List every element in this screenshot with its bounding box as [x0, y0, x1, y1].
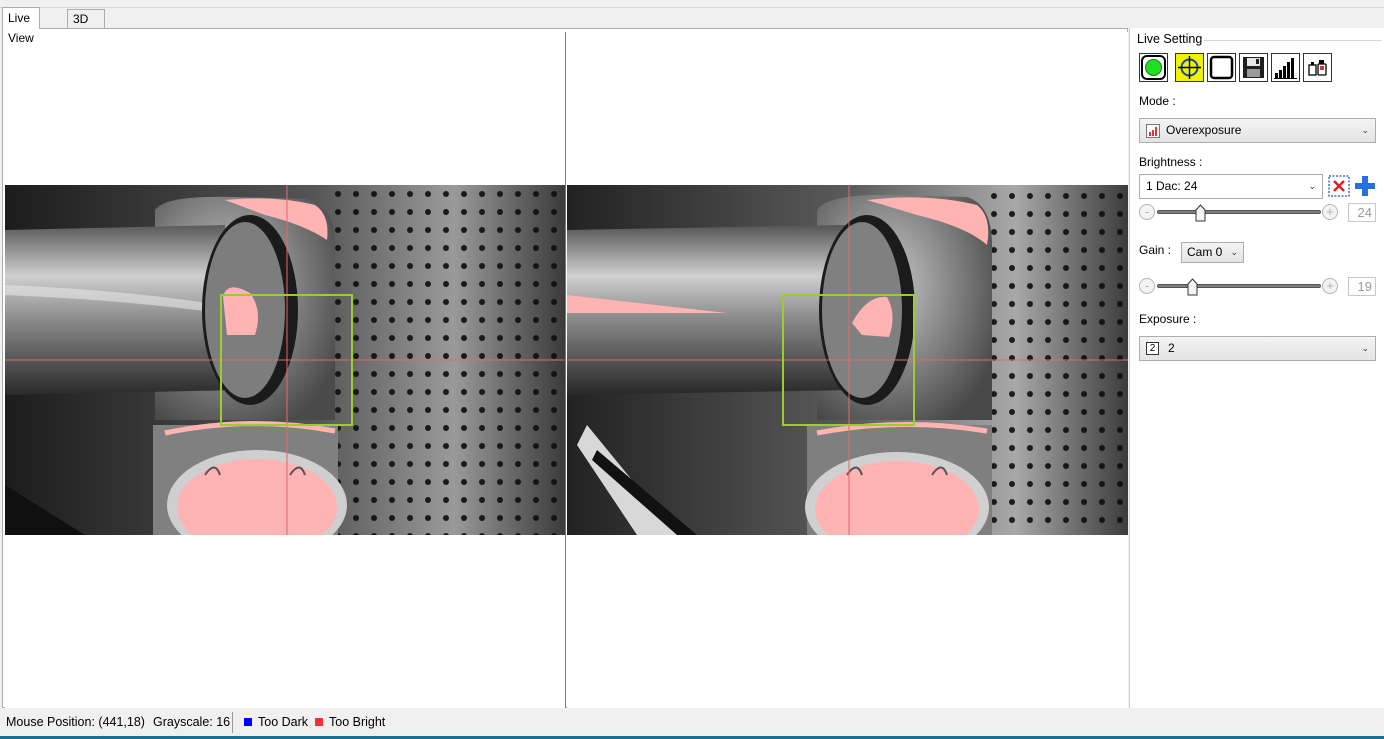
- grayscale-value: Grayscale: 16: [153, 715, 231, 729]
- live-setting-panel: Live Setting Mode : Overexposure ⌄ Brigh…: [1129, 28, 1384, 708]
- panel-title: Live Setting: [1135, 32, 1205, 46]
- save-icon[interactable]: [1239, 53, 1268, 82]
- brightness-number[interactable]: 24: [1348, 203, 1376, 222]
- exposure-number-icon: 2: [1146, 342, 1159, 355]
- exposure-label: Exposure :: [1139, 312, 1197, 326]
- chevron-down-icon: ⌄: [1361, 125, 1369, 135]
- camera-view-right[interactable]: [567, 32, 1128, 708]
- slider-track[interactable]: [1157, 284, 1321, 288]
- status-bar: Mouse Position: (441,18) Grayscale: 16 T…: [0, 709, 1384, 736]
- chevron-down-icon: ⌄: [1361, 343, 1369, 353]
- brightness-value: 1 Dac: 24: [1146, 179, 1198, 193]
- too-dark-label: Too Dark: [258, 715, 309, 729]
- brightness-increase-button[interactable]: +: [1322, 204, 1338, 220]
- brightness-decrease-button[interactable]: -: [1139, 204, 1155, 220]
- too-bright-swatch: [315, 718, 323, 726]
- gain-increase-button[interactable]: +: [1322, 278, 1338, 294]
- tab-3d-view[interactable]: 3D View: [67, 9, 105, 44]
- mouse-position: Mouse Position: (441,18): [6, 715, 145, 729]
- chevron-down-icon: ⌄: [1230, 247, 1238, 257]
- exposure-select[interactable]: 2 2 ⌄: [1139, 336, 1376, 361]
- camera-view-left[interactable]: [5, 32, 566, 708]
- gain-slider[interactable]: - +: [1139, 276, 1338, 298]
- window-top-strip: [0, 0, 1384, 8]
- gain-camera-value: Cam 0: [1187, 245, 1223, 259]
- overexposure-icon: [1146, 124, 1160, 138]
- gain-decrease-button[interactable]: -: [1139, 278, 1155, 294]
- histogram-icon[interactable]: [1271, 53, 1300, 82]
- view-divider[interactable]: [565, 32, 566, 708]
- too-bright-label: Too Bright: [329, 715, 386, 729]
- camera-image-left[interactable]: [5, 185, 566, 535]
- add-icon[interactable]: [1353, 175, 1377, 197]
- brightness-label: Brightness :: [1139, 155, 1203, 169]
- mode-select[interactable]: Overexposure ⌄: [1139, 118, 1376, 143]
- camera-image-right[interactable]: [567, 185, 1128, 535]
- frame-icon[interactable]: [1207, 53, 1236, 82]
- mode-value: Overexposure: [1166, 123, 1242, 137]
- live-viewer: [2, 28, 1128, 708]
- live-start-icon[interactable]: [1139, 53, 1168, 82]
- camera-tools-icon[interactable]: [1303, 53, 1332, 82]
- slider-track[interactable]: [1157, 210, 1321, 214]
- status-separator: [232, 712, 233, 733]
- slider-thumb[interactable]: [1195, 204, 1206, 222]
- mode-label: Mode :: [1139, 94, 1176, 108]
- gain-camera-select[interactable]: Cam 0 ⌄: [1181, 242, 1244, 263]
- brightness-slider[interactable]: - +: [1139, 202, 1338, 224]
- remove-icon[interactable]: [1328, 175, 1350, 197]
- gain-number[interactable]: 19: [1348, 277, 1376, 296]
- tab-live-view[interactable]: Live View: [2, 7, 40, 45]
- brightness-select[interactable]: 1 Dac: 24 ⌄: [1139, 174, 1323, 199]
- slider-thumb[interactable]: [1187, 278, 1198, 296]
- chevron-down-icon: ⌄: [1308, 181, 1316, 191]
- crosshair-icon[interactable]: [1175, 53, 1204, 82]
- exposure-value: 2: [1168, 341, 1175, 355]
- gain-label: Gain :: [1139, 243, 1172, 257]
- too-dark-swatch: [244, 718, 252, 726]
